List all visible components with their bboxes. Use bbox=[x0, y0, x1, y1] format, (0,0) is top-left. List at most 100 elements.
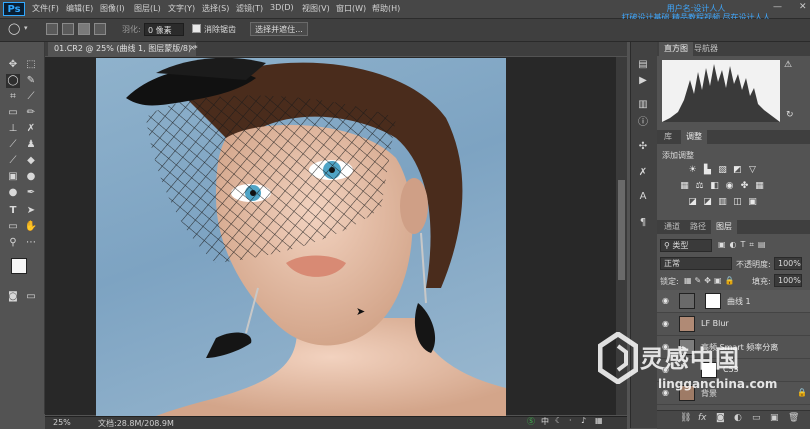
gradient-map-icon[interactable]: ▣ bbox=[748, 198, 757, 207]
visibility-eye-icon[interactable]: ◉ bbox=[662, 319, 669, 328]
link-layers-icon[interactable]: ⛓ bbox=[680, 413, 691, 423]
new-group-icon[interactable]: ▭ bbox=[752, 413, 761, 423]
tab-paths[interactable]: 路径 bbox=[685, 220, 711, 234]
fx-icon[interactable]: fx bbox=[698, 413, 707, 423]
opacity-input[interactable]: 100% bbox=[774, 257, 802, 270]
quick-select-tool-icon[interactable]: ✎ bbox=[24, 74, 38, 88]
tray-s-icon[interactable]: Ⓢ bbox=[527, 416, 535, 427]
shape-tool-icon[interactable]: ▭ bbox=[6, 220, 20, 234]
marquee-tool-icon[interactable]: ⬚ bbox=[24, 58, 38, 72]
menu-select[interactable]: 选择(S) bbox=[202, 3, 229, 14]
tool-preset-icon[interactable]: ✗ bbox=[636, 166, 650, 180]
zoom-level[interactable]: 25% bbox=[53, 418, 71, 427]
black-white-icon[interactable]: ◧ bbox=[710, 182, 719, 191]
tab-adjustments[interactable]: 调整 bbox=[681, 130, 707, 144]
brush-preset-icon[interactable]: ✣ bbox=[636, 140, 650, 154]
threshold-icon[interactable]: ▥ bbox=[718, 198, 727, 207]
new-adjustment-icon[interactable]: ◐ bbox=[734, 413, 742, 423]
stamp-tool-icon[interactable]: ♟ bbox=[24, 138, 38, 152]
brush-tool-icon[interactable]: ✏ bbox=[24, 106, 38, 120]
paragraph-icon[interactable]: ¶ bbox=[636, 216, 650, 230]
character-icon[interactable]: A bbox=[636, 190, 650, 204]
scrollbar-thumb[interactable] bbox=[618, 180, 625, 280]
lasso-tool-icon[interactable]: ◯ bbox=[6, 74, 20, 88]
layer-row[interactable]: ◉ 曲线 1 bbox=[657, 290, 810, 313]
fill-input[interactable]: 100% bbox=[774, 274, 802, 287]
canvas-image[interactable] bbox=[96, 58, 506, 416]
antialias-checkbox[interactable] bbox=[192, 24, 201, 33]
eyedropper-tool-icon[interactable]: ⟋ bbox=[24, 90, 38, 104]
menu-file[interactable]: 文件(F) bbox=[32, 3, 59, 14]
refresh-icon[interactable]: ↻ bbox=[786, 110, 794, 120]
hue-icon[interactable]: ▦ bbox=[680, 182, 689, 191]
add-mask-icon[interactable]: ◙ bbox=[716, 413, 725, 423]
lasso-tool-preset-icon[interactable]: ◯ bbox=[8, 22, 20, 35]
path-select-tool-icon[interactable]: ➤ bbox=[24, 204, 38, 218]
crop-tool-icon[interactable]: ⌗ bbox=[6, 90, 20, 104]
paint-bucket-tool-icon[interactable]: ▣ bbox=[6, 170, 20, 184]
pen-tool-icon[interactable]: ✒ bbox=[24, 186, 38, 200]
blend-mode-select[interactable]: 正常 bbox=[660, 257, 732, 270]
history-brush-tool-icon[interactable]: ✗ bbox=[24, 122, 38, 136]
tray-dot-icon[interactable]: · bbox=[569, 416, 572, 425]
minimize-icon[interactable]: — bbox=[773, 2, 782, 12]
new-selection-icon[interactable] bbox=[46, 23, 58, 35]
new-layer-icon[interactable]: ▣ bbox=[770, 413, 779, 423]
foreground-color-swatch[interactable] bbox=[11, 258, 27, 274]
type-tool-icon[interactable]: T bbox=[6, 204, 20, 218]
tray-mic-icon[interactable]: ♪ bbox=[581, 416, 586, 425]
delete-layer-icon[interactable]: 🗑 bbox=[788, 413, 799, 423]
menu-help[interactable]: 帮助(H) bbox=[372, 3, 400, 14]
menu-image[interactable]: 图像(I) bbox=[100, 3, 125, 14]
visibility-eye-icon[interactable]: ◉ bbox=[662, 296, 669, 305]
invert-icon[interactable]: ◪ bbox=[688, 198, 697, 207]
clone-stamp-tool-icon[interactable]: ⊥ bbox=[6, 122, 20, 136]
menu-filter[interactable]: 滤镜(T) bbox=[236, 3, 263, 14]
blur-tool-icon[interactable]: ● bbox=[24, 170, 38, 184]
posterize-icon[interactable]: ◪ bbox=[703, 198, 712, 207]
eraser-alt-tool-icon[interactable]: ◆ bbox=[24, 154, 38, 168]
quick-mask-icon[interactable]: ◙ bbox=[6, 290, 20, 304]
layer-filter-select[interactable]: ⚲ 类型 bbox=[660, 239, 712, 252]
warning-icon[interactable]: ⚠ bbox=[784, 60, 792, 70]
close-icon[interactable]: ✕ bbox=[799, 2, 807, 12]
screen-mode-icon[interactable]: ▭ bbox=[24, 290, 38, 304]
more-tools-icon[interactable]: ⋯ bbox=[24, 236, 38, 250]
subtract-selection-icon[interactable] bbox=[78, 23, 90, 35]
color-lookup-icon[interactable]: ▦ bbox=[755, 182, 764, 191]
healing-brush-tool-icon[interactable]: ▭ bbox=[6, 106, 20, 120]
menu-window[interactable]: 窗口(W) bbox=[336, 3, 366, 14]
history-icon[interactable]: ▤ bbox=[636, 58, 650, 72]
document-tab[interactable]: 01.CR2 @ 25% (曲线 1, 图层蒙版/8) * bbox=[48, 42, 198, 56]
color-balance-icon[interactable]: ⚖ bbox=[695, 182, 704, 191]
photo-filter-icon[interactable]: ◉ bbox=[725, 182, 734, 191]
select-and-mask-button[interactable]: 选择并遮住... bbox=[250, 22, 308, 36]
levels-icon[interactable]: ▙ bbox=[703, 166, 712, 175]
vibrance-icon[interactable]: ▽ bbox=[748, 166, 757, 175]
feather-input[interactable]: 0 像素 bbox=[144, 23, 184, 36]
tab-navigator[interactable]: 导航器 bbox=[689, 42, 723, 56]
layer-name[interactable]: 曲线 1 bbox=[727, 296, 751, 307]
menu-type[interactable]: 文字(Y) bbox=[168, 3, 195, 14]
selective-color-icon[interactable]: ◫ bbox=[733, 198, 742, 207]
curves-icon[interactable]: ▧ bbox=[718, 166, 727, 175]
actions-icon[interactable]: ▶ bbox=[636, 74, 650, 88]
menu-view[interactable]: 视图(V) bbox=[302, 3, 330, 14]
hand-tool-icon[interactable]: ✋ bbox=[24, 220, 38, 234]
menu-layer[interactable]: 图层(L) bbox=[134, 3, 161, 14]
tray-moon-icon[interactable]: ☾ bbox=[555, 416, 562, 425]
lock-icons[interactable]: ▦✎✥▣🔒 bbox=[684, 276, 737, 285]
menu-3d[interactable]: 3D(D) bbox=[270, 3, 294, 12]
properties-icon[interactable]: ▥ bbox=[636, 98, 650, 112]
eraser-tool-icon[interactable]: ⟋ bbox=[6, 138, 20, 152]
dodge-tool-icon[interactable]: ● bbox=[6, 186, 20, 200]
gradient-tool-icon[interactable]: ⟋ bbox=[6, 154, 20, 168]
info-icon[interactable]: ⓘ bbox=[636, 116, 650, 130]
tab-layers[interactable]: 图层 bbox=[711, 220, 737, 234]
tray-grid-icon[interactable]: ▦ bbox=[595, 416, 603, 425]
layer-name[interactable]: LF Blur bbox=[701, 319, 729, 328]
chevron-down-icon[interactable]: ▾ bbox=[24, 24, 28, 32]
intersect-selection-icon[interactable] bbox=[94, 23, 106, 35]
brightness-icon[interactable]: ☀ bbox=[688, 166, 697, 175]
menu-edit[interactable]: 编辑(E) bbox=[66, 3, 93, 14]
